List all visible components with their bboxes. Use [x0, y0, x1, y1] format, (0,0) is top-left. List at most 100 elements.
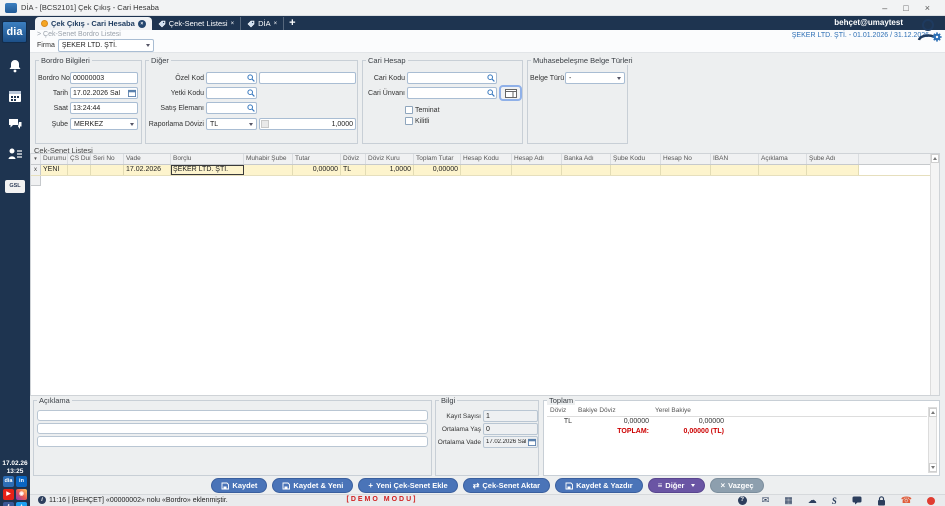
minimize-button[interactable]: – [882, 3, 887, 13]
lock-icon[interactable] [877, 496, 886, 506]
cell-toplam-tutar[interactable]: 0,00000 [414, 165, 461, 175]
calendar-icon[interactable] [528, 438, 536, 446]
cell-seri-no[interactable] [91, 165, 124, 175]
search-icon[interactable] [487, 74, 495, 82]
cell-tutar[interactable]: 0,00000 [293, 165, 341, 175]
cell-aciklama[interactable] [759, 165, 807, 175]
aciklama-line2-input[interactable] [37, 423, 428, 434]
tab-close-icon[interactable]: × [274, 21, 278, 27]
phone-icon[interactable]: ☎ [901, 495, 912, 506]
belge-turu-select[interactable]: - [565, 72, 625, 84]
ozel-kod-aciklama-input[interactable] [259, 72, 356, 84]
cell-borclu[interactable]: ŞEKER LTD. ŞTİ. [171, 165, 244, 175]
toplam-scrollbar[interactable] [928, 407, 937, 473]
vazgec-button[interactable]: × Vazgeç [710, 478, 763, 493]
new-tab-button[interactable]: + [289, 17, 295, 30]
facebook-icon[interactable]: f [3, 502, 14, 506]
cell-hesap-no[interactable] [661, 165, 711, 175]
signature-icon[interactable]: S [832, 496, 837, 506]
cell-hesap-kodu[interactable] [461, 165, 512, 175]
record-icon[interactable] [927, 497, 935, 505]
kaydet-yeni-button[interactable]: Kaydet & Yeni [272, 478, 353, 493]
col-doviz-kuru[interactable]: Döviz Kuru [366, 154, 414, 164]
dia-logo[interactable]: dia [2, 21, 27, 43]
cloud-icon[interactable]: ☁ [808, 495, 817, 506]
calendar-icon[interactable] [7, 88, 23, 104]
col-hesap-kodu[interactable]: Hesap Kodu [461, 154, 512, 164]
maximize-button[interactable]: □ [903, 3, 908, 13]
cell-iban[interactable] [711, 165, 759, 175]
gsl-badge[interactable]: GSL [5, 180, 25, 193]
col-vade[interactable]: Vade [124, 154, 171, 164]
row-marker[interactable]: x [31, 165, 41, 175]
cell-doviz[interactable]: TL [341, 165, 366, 175]
qr-code-icon[interactable]: ▦ [784, 495, 793, 506]
aciklama-line1-input[interactable] [37, 410, 428, 421]
col-hesap-no[interactable]: Hesap No [661, 154, 711, 164]
help-icon[interactable]: ? [738, 496, 747, 505]
search-icon[interactable] [487, 89, 495, 97]
col-doviz[interactable]: Döviz [341, 154, 366, 164]
cell-doviz-kuru[interactable]: 1,0000 [366, 165, 414, 175]
tab-cek-senet-listesi[interactable]: Çek-Senet Listesi × [152, 17, 241, 30]
cell-hesap-adi[interactable] [512, 165, 562, 175]
diger-button[interactable]: ≡ Diğer [648, 478, 706, 493]
bordro-no-input[interactable] [70, 72, 138, 84]
yeni-cek-senet-ekle-button[interactable]: + Yeni Çek-Senet Ekle [358, 478, 457, 493]
col-toplam-tutar[interactable]: Toplam Tutar [414, 154, 461, 164]
search-icon[interactable] [247, 104, 255, 112]
close-button[interactable]: × [925, 3, 930, 13]
cell-cs-duru[interactable] [68, 165, 91, 175]
sube-select[interactable]: MERKEZ [70, 118, 138, 130]
cell-banka-adi[interactable] [562, 165, 611, 175]
teminat-checkbox[interactable] [405, 106, 413, 114]
cell-vade[interactable]: 17.02.2026 [124, 165, 171, 175]
calendar-icon[interactable] [128, 89, 136, 97]
raporlama-kur-input[interactable] [259, 118, 356, 130]
firma-select[interactable]: ŞEKER LTD. ŞTİ. [58, 39, 154, 52]
linkedin-icon[interactable]: in [16, 476, 27, 487]
grid-select-all[interactable]: ▼ [31, 154, 41, 164]
instagram-icon[interactable]: ◉ [16, 489, 27, 500]
cell-durumu[interactable]: YENİ [41, 165, 68, 175]
col-muhabir-sube[interactable]: Muhabir Şube [244, 154, 293, 164]
col-cs-duru[interactable]: ÇS Duru [68, 154, 91, 164]
user-profile-icon[interactable] [915, 17, 943, 43]
scroll-down-icon[interactable] [929, 463, 937, 472]
tab-dia[interactable]: DİA × [241, 17, 284, 30]
youtube-icon[interactable]: ▶ [3, 489, 14, 500]
col-sube-kodu[interactable]: Şube Kodu [611, 154, 661, 164]
chat-icon[interactable] [7, 116, 23, 132]
open-cari-card-button[interactable] [499, 85, 522, 101]
kilitli-checkbox[interactable] [405, 117, 413, 125]
mail-icon[interactable]: ✉ [762, 495, 770, 506]
twitter-icon[interactable]: t [16, 502, 27, 506]
col-seri-no[interactable]: Seri No [91, 154, 124, 164]
cell-sube-adi[interactable] [807, 165, 859, 175]
cari-kodu-input[interactable] [407, 72, 497, 84]
col-tutar[interactable]: Tutar [293, 154, 341, 164]
raporlama-dovizi-select[interactable]: TL [206, 118, 257, 130]
tab-close-icon[interactable]: × [138, 20, 146, 28]
col-sube-adi[interactable]: Şube Adı [807, 154, 859, 164]
table-row[interactable]: x YENİ 17.02.2026 ŞEKER LTD. ŞTİ. 0,0000… [31, 165, 939, 176]
aciklama-line3-input[interactable] [37, 436, 428, 447]
kaydet-button[interactable]: Kaydet [211, 478, 267, 493]
search-icon[interactable] [247, 74, 255, 82]
notifications-bell-icon[interactable] [7, 58, 23, 74]
cari-unvani-input[interactable] [407, 87, 497, 99]
kaydet-yazdir-button[interactable]: Kaydet & Yazdır [555, 478, 643, 493]
col-durumu[interactable]: Durumu [41, 154, 68, 164]
search-icon[interactable] [247, 89, 255, 97]
scroll-up-icon[interactable] [929, 408, 937, 417]
cek-senet-aktar-button[interactable]: ⇄ Çek-Senet Aktar [463, 478, 550, 493]
grid-scrollbar[interactable] [930, 154, 939, 395]
cell-muhabir-sube[interactable] [244, 165, 293, 175]
dia-social-icon[interactable]: dia [3, 476, 14, 487]
new-row-placeholder[interactable] [31, 176, 939, 186]
col-banka-adi[interactable]: Banka Adı [562, 154, 611, 164]
tab-cek-cikis-cari-hesaba[interactable]: Çek Çıkış - Cari Hesaba × [35, 17, 152, 30]
col-borclu[interactable]: Borçlu [171, 154, 244, 164]
contact-list-icon[interactable] [7, 146, 23, 162]
col-iban[interactable]: IBAN [711, 154, 759, 164]
